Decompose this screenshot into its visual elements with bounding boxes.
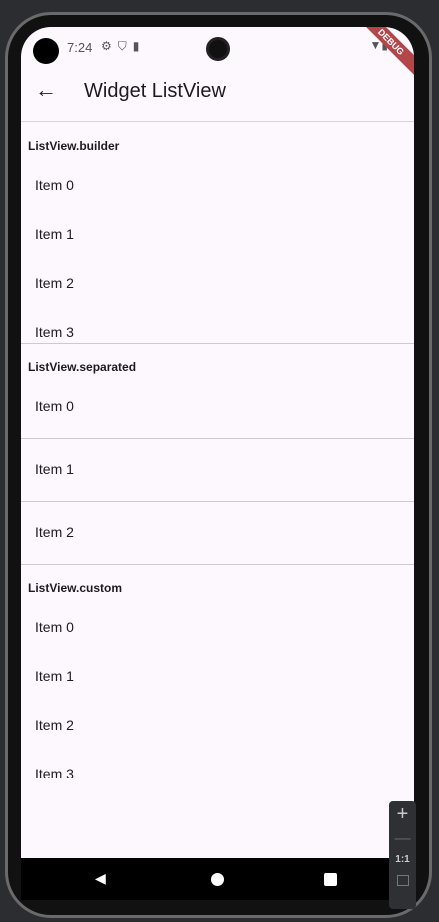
listview-custom-section[interactable]: ListView.custom Item 0 Item 1 Item 2 Ite…	[21, 565, 414, 778]
navigation-bar: ◀	[21, 858, 414, 900]
listview-builder-section[interactable]: ListView.builder Item 0 Item 1 Item 2 It…	[21, 123, 414, 343]
list-item[interactable]: Item 0	[35, 619, 74, 635]
sd-card-icon: ▮	[132, 39, 146, 53]
shield-icon: ⛉	[117, 39, 133, 53]
status-bar: 7:24 ⚙⛉▮ ▼▮ DEBUG	[21, 27, 414, 79]
status-time: 7:24	[67, 40, 93, 55]
settings-icon: ⚙	[101, 39, 118, 53]
list-item[interactable]: Item 1	[35, 226, 74, 242]
page-title: Widget ListView	[84, 80, 226, 102]
separator	[21, 438, 414, 439]
section-title: ListView.separated	[28, 360, 137, 374]
list-item[interactable]: Item 3	[35, 324, 74, 340]
list-item[interactable]: Item 2	[35, 717, 74, 733]
status-icons: ⚙⛉▮	[101, 39, 145, 54]
home-nav-icon[interactable]	[211, 873, 224, 886]
list-item[interactable]: Item 3	[35, 766, 74, 778]
camera	[206, 37, 230, 61]
list-item[interactable]: Item 1	[35, 461, 74, 477]
list-item[interactable]: Item 2	[35, 275, 74, 291]
section-title: ListView.custom	[28, 581, 123, 595]
back-nav-icon[interactable]: ◀	[95, 870, 106, 887]
list-item[interactable]: Item 0	[35, 398, 74, 414]
section-title: ListView.builder	[28, 139, 120, 153]
list-item[interactable]: Item 2	[35, 524, 74, 540]
emulator-zoom-controls: + — 1:1	[389, 801, 416, 909]
zoom-out-button[interactable]: —	[389, 830, 416, 848]
recents-nav-icon[interactable]	[324, 873, 337, 886]
app-bar: ← Widget ListView	[21, 67, 414, 122]
device-screen: 7:24 ⚙⛉▮ ▼▮ DEBUG ← Widget ListView List…	[21, 27, 414, 900]
punch-hole	[33, 38, 59, 64]
back-arrow-icon[interactable]: ←	[35, 77, 57, 103]
list-item[interactable]: Item 1	[35, 668, 74, 684]
list-item[interactable]: Item 0	[35, 177, 74, 193]
separator	[21, 501, 414, 502]
fit-screen-icon[interactable]	[396, 875, 409, 886]
listview-separated-section[interactable]: ListView.separated Item 0 Item 1 Item 2	[21, 344, 414, 565]
zoom-reset-button[interactable]: 1:1	[389, 854, 416, 865]
app: 7:24 ⚙⛉▮ ▼▮ DEBUG ← Widget ListView List…	[21, 27, 414, 858]
zoom-in-button[interactable]: +	[389, 803, 416, 826]
